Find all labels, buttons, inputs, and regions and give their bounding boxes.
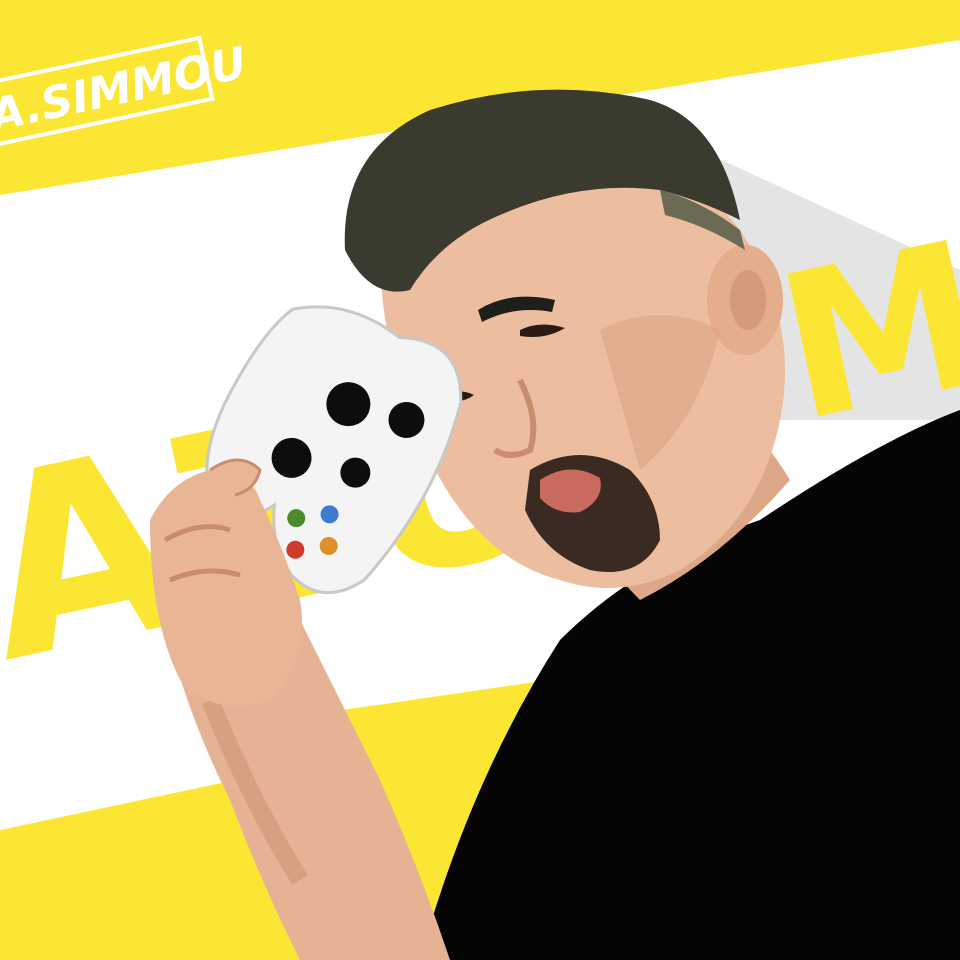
illustration-canvas: AZU MM A.SIMMOU (0, 0, 960, 960)
portrait-illustration: AZU MM A.SIMMOU (0, 0, 960, 960)
ear-inner (730, 270, 766, 330)
